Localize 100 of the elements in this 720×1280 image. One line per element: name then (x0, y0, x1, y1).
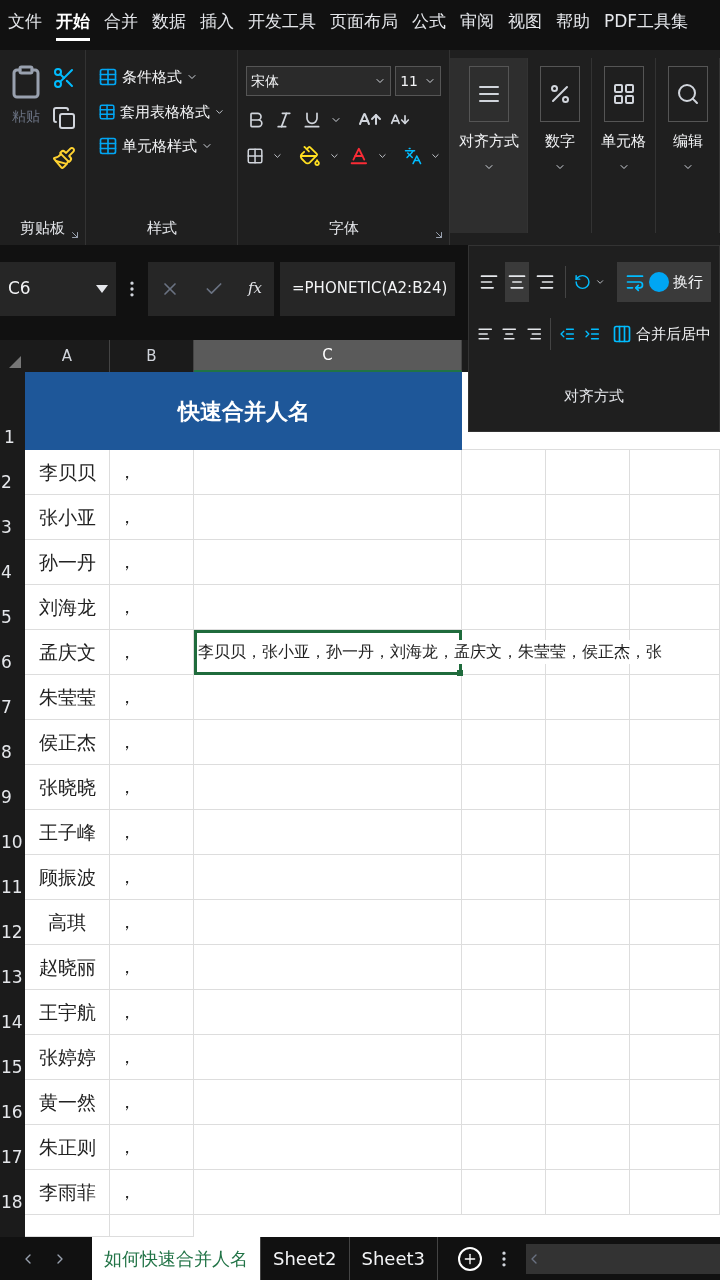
row-header[interactable]: 5 (0, 585, 25, 630)
merge-center-button[interactable]: 合并后居中 (612, 322, 711, 346)
style-menu-button[interactable]: 套用表格格式 (98, 100, 225, 123)
comma-text: ， (118, 730, 136, 754)
row-header[interactable]: 9 (0, 765, 25, 810)
row-header[interactable]: 14 (0, 990, 25, 1035)
underline-icon[interactable] (302, 110, 322, 130)
row-header[interactable]: 18 (0, 1170, 25, 1215)
menu-tab[interactable]: 插入 (200, 8, 234, 42)
comma-text: ， (118, 685, 136, 709)
ribbon-group-button[interactable]: 编辑 (656, 58, 720, 233)
wrap-text-button[interactable]: 换行 (617, 262, 711, 302)
style-menu-button[interactable]: 单元格样式 (98, 135, 225, 158)
row-header[interactable]: 13 (0, 945, 25, 990)
row-header[interactable]: 8 (0, 720, 25, 765)
menu-tab[interactable]: 数据 (152, 8, 186, 42)
name-cell: 张小亚 (25, 495, 110, 540)
border-icon[interactable] (246, 146, 265, 166)
phonetic-icon[interactable] (404, 146, 423, 166)
percent-icon (539, 66, 580, 122)
table-icon (98, 101, 117, 122)
align-button[interactable] (504, 262, 529, 302)
name-cell: 王宇航 (25, 990, 110, 1035)
italic-icon[interactable] (274, 110, 294, 130)
comma-text: ， (118, 1000, 136, 1024)
menu-tab[interactable]: 文件 (8, 8, 42, 42)
group-label: 剪贴板 (20, 217, 65, 239)
align-icon (468, 66, 509, 122)
menu-tab[interactable]: PDF工具集 (604, 8, 689, 42)
sheet-tab[interactable]: Sheet2 (261, 1237, 350, 1280)
row-header[interactable]: 10 (0, 810, 25, 855)
comma-text: ， (118, 1045, 136, 1069)
menu-tab[interactable]: 开发工具 (248, 8, 316, 42)
font-name-field[interactable]: 宋体 (246, 66, 392, 96)
orientation-icon[interactable] (573, 272, 591, 292)
name-box[interactable]: C6 (0, 261, 116, 316)
row-header[interactable]: 16 (0, 1080, 25, 1125)
paintbrush-icon[interactable] (52, 146, 76, 170)
formula-result-text: 李贝贝，张小亚，孙一丹，刘海龙，孟庆文，朱莹莹，侯正杰，张 (198, 640, 662, 664)
comma-text: ， (118, 1135, 136, 1159)
menu-tab[interactable]: 合并 (104, 8, 138, 42)
ribbon-group-button[interactable]: 单元格 (592, 58, 656, 233)
row-header[interactable]: 17 (0, 1125, 25, 1170)
merge-icon (612, 324, 632, 344)
menu-tab[interactable]: 开始 (56, 8, 90, 42)
name-cell: 李雨菲 (25, 1170, 110, 1215)
ribbon-group-button[interactable]: 数字 (528, 58, 592, 233)
row-header[interactable]: 6 (0, 630, 25, 675)
comma-text: ， (118, 1180, 136, 1204)
comma-text: ， (118, 550, 136, 574)
dialog-launcher-icon[interactable] (69, 229, 81, 241)
comma-text: ， (118, 865, 136, 889)
style-menu-button[interactable]: 条件格式 (98, 66, 225, 89)
formula-field[interactable]: =PHONETIC(A2:B24) (280, 261, 455, 316)
font-size-field[interactable]: 11 (395, 66, 441, 96)
scissors-icon[interactable] (52, 66, 76, 90)
add-sheet-icon[interactable] (458, 1246, 482, 1271)
group-label: 样式 (146, 217, 177, 239)
sheet-tab[interactable]: Sheet3 (349, 1237, 438, 1280)
group-label: 对齐方式 (564, 386, 624, 408)
row-header[interactable]: 11 (0, 855, 25, 900)
align-lines-icon (534, 272, 555, 292)
sheet-tab[interactable]: 如何快速合并人名 (92, 1237, 261, 1280)
horizontal-scrollbar[interactable] (526, 1243, 720, 1274)
row-header[interactable]: 1 (0, 372, 25, 450)
comma-text: ， (118, 505, 136, 529)
fill-handle-icon[interactable] (457, 670, 463, 676)
name-cell: 侯正杰 (25, 720, 110, 765)
row-header[interactable]: 2 (0, 450, 25, 495)
row-header[interactable]: 7 (0, 675, 25, 720)
comma-text: ， (118, 775, 136, 799)
menu-tab[interactable]: 页面布局 (330, 8, 398, 42)
fill-color-icon[interactable] (298, 144, 321, 168)
table-icon (98, 67, 118, 88)
row-header[interactable]: 12 (0, 900, 25, 945)
title-cell: 快速合并人名 (25, 372, 462, 450)
name-cell: 朱莹莹 (25, 675, 110, 720)
menu-tab[interactable]: 视图 (508, 8, 542, 42)
name-cell: 赵晓丽 (25, 945, 110, 990)
search-icon (667, 66, 708, 122)
row-header[interactable]: 3 (0, 495, 25, 540)
row-header[interactable]: 4 (0, 540, 25, 585)
column-header[interactable]: C (194, 340, 462, 372)
comma-text: ， (118, 910, 136, 934)
row-header[interactable]: 15 (0, 1035, 25, 1080)
ribbon-group-button[interactable]: 对齐方式 (450, 58, 528, 233)
align-lines-icon (506, 272, 527, 292)
comma-text: ， (118, 640, 136, 664)
wrap-text-icon (625, 272, 645, 292)
group-label: 字体 (328, 217, 359, 239)
menu-tab[interactable]: 审阅 (460, 8, 494, 42)
name-cell: 顾振波 (25, 855, 110, 900)
dialog-launcher-icon[interactable] (433, 229, 445, 241)
insert-function-button[interactable]: fx (247, 277, 262, 300)
copy-icon[interactable] (52, 106, 76, 130)
paste-button[interactable]: 粘贴 (8, 62, 44, 132)
comma-text: ， (118, 820, 136, 844)
menu-tab[interactable]: 公式 (412, 8, 446, 42)
comma-text: ， (118, 460, 136, 484)
menu-tab[interactable]: 帮助 (556, 8, 590, 42)
